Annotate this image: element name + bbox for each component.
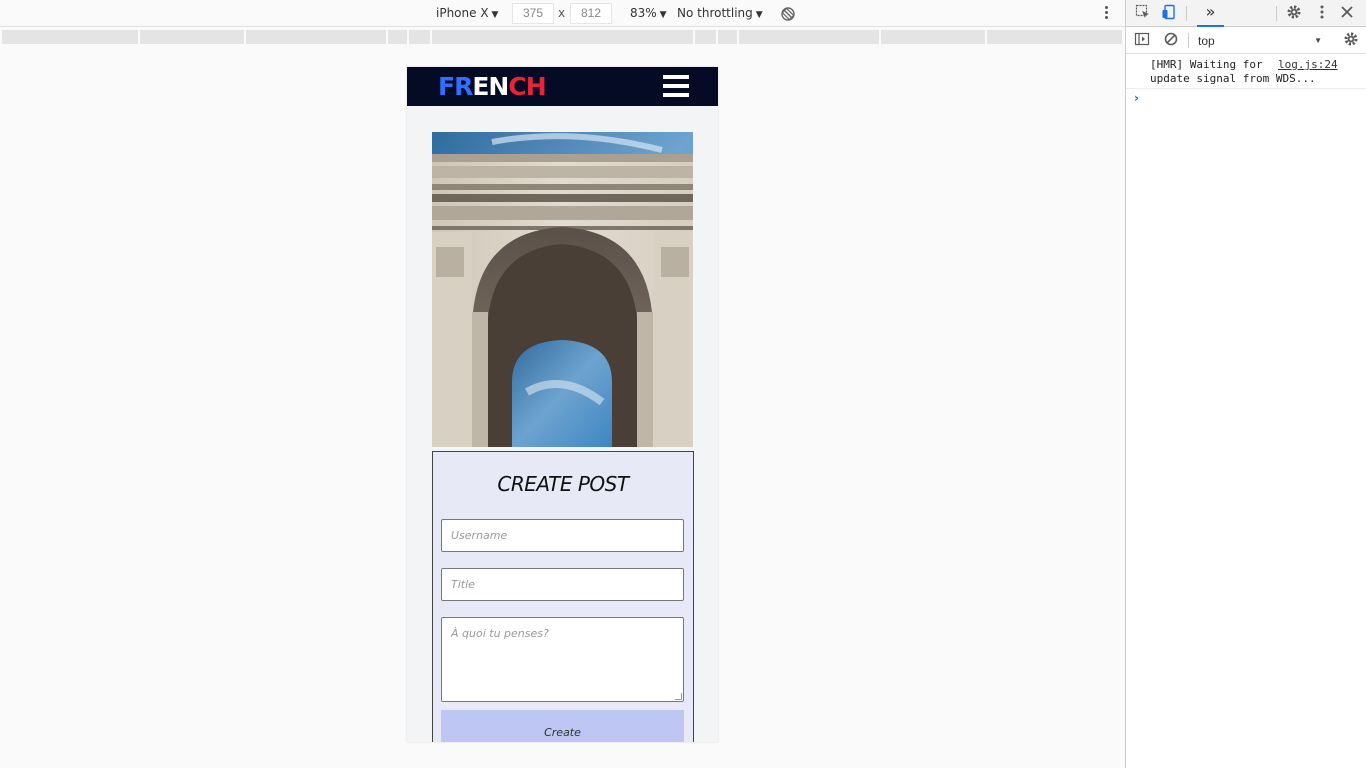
device-toolbar-toggle-icon[interactable] (1159, 4, 1179, 24)
caret-down-icon: ▼ (491, 10, 499, 20)
devtools-panel: » top ▼ [HMR] Waiting for update signal … (1125, 0, 1366, 768)
toolbar-divider (1188, 33, 1189, 48)
media-query-segment[interactable] (718, 30, 738, 44)
media-query-segment[interactable] (739, 30, 880, 44)
throttling-value: No throttling (677, 6, 753, 20)
caret-down-icon: ▼ (755, 10, 763, 20)
brand-logo[interactable]: FRENCH (438, 71, 547, 102)
device-toolbar: iPhone X ▼ 375 x 812 83% ▼ No throttling ▼ (0, 0, 1125, 27)
devtools-menu-icon[interactable] (1312, 4, 1332, 24)
width-input[interactable]: 375 (512, 3, 554, 24)
zoom-value: 83% (630, 6, 657, 20)
more-options-icon[interactable] (1100, 4, 1112, 24)
hamburger-menu-icon[interactable] (663, 75, 689, 97)
devtools-tabbar: » (1126, 0, 1366, 27)
height-input[interactable]: 812 (570, 3, 612, 24)
throttling-select[interactable]: No throttling ▼ (677, 0, 763, 27)
log-message-continued: update signal from WDS... (1150, 72, 1316, 85)
clear-console-icon[interactable] (1161, 31, 1181, 51)
media-query-segment[interactable] (409, 30, 431, 44)
console-toolbar: top ▼ (1126, 28, 1366, 54)
console-settings-gear-icon[interactable] (1341, 31, 1361, 51)
hero-image (432, 132, 693, 447)
device-name: iPhone X (436, 6, 489, 20)
inspect-element-icon[interactable] (1133, 4, 1153, 24)
logo-part-red: CH (508, 72, 546, 101)
caret-down-icon: ▼ (659, 10, 667, 20)
logo-part-blue: FR (438, 72, 473, 101)
console-prompt[interactable]: › (1134, 91, 1139, 105)
title-input[interactable]: Title (441, 568, 684, 601)
close-icon[interactable] (1337, 4, 1357, 24)
device-viewport: FRENCH CREATE POST Username Title À quoi… (407, 67, 718, 742)
textarea-placeholder: À quoi tu penses? (451, 627, 549, 640)
logo-part-white: EN (472, 72, 509, 101)
media-query-segment[interactable] (432, 30, 694, 44)
caret-down-icon: ▼ (1314, 36, 1322, 45)
resize-handle-icon[interactable] (675, 693, 682, 700)
username-input[interactable]: Username (441, 519, 684, 552)
media-query-segment[interactable] (881, 30, 986, 44)
media-query-segment[interactable] (695, 30, 717, 44)
create-post-form: CREATE POST Username Title À quoi tu pen… (432, 451, 694, 742)
log-source-link[interactable]: log.js:24 (1278, 58, 1338, 72)
toolbar-divider (1276, 6, 1277, 21)
context-value: top (1198, 34, 1215, 48)
console-log-entry: [HMR] Waiting for update signal from WDS… (1126, 55, 1366, 89)
create-button[interactable]: Create (441, 710, 684, 742)
app-navbar: FRENCH (407, 67, 718, 106)
rotate-icon[interactable] (780, 5, 797, 22)
settings-gear-icon[interactable] (1284, 4, 1304, 24)
form-title: CREATE POST (497, 472, 629, 496)
device-select[interactable]: iPhone X ▼ (436, 0, 498, 27)
more-tabs-chevron-icon[interactable]: » (1197, 0, 1224, 27)
media-query-segment[interactable] (140, 30, 245, 44)
media-query-segment[interactable] (388, 30, 408, 44)
media-query-bar (0, 28, 1125, 46)
dimension-separator: x (558, 6, 566, 20)
context-select[interactable]: top ▼ (1192, 31, 1328, 51)
media-query-segment[interactable] (987, 30, 1123, 44)
zoom-select[interactable]: 83% ▼ (630, 0, 667, 27)
post-body-textarea[interactable]: À quoi tu penses? (441, 617, 684, 702)
media-query-segment[interactable] (2, 30, 139, 44)
toolbar-divider (1186, 6, 1187, 21)
show-sidebar-icon[interactable] (1132, 31, 1152, 51)
media-query-segment[interactable] (246, 30, 387, 44)
